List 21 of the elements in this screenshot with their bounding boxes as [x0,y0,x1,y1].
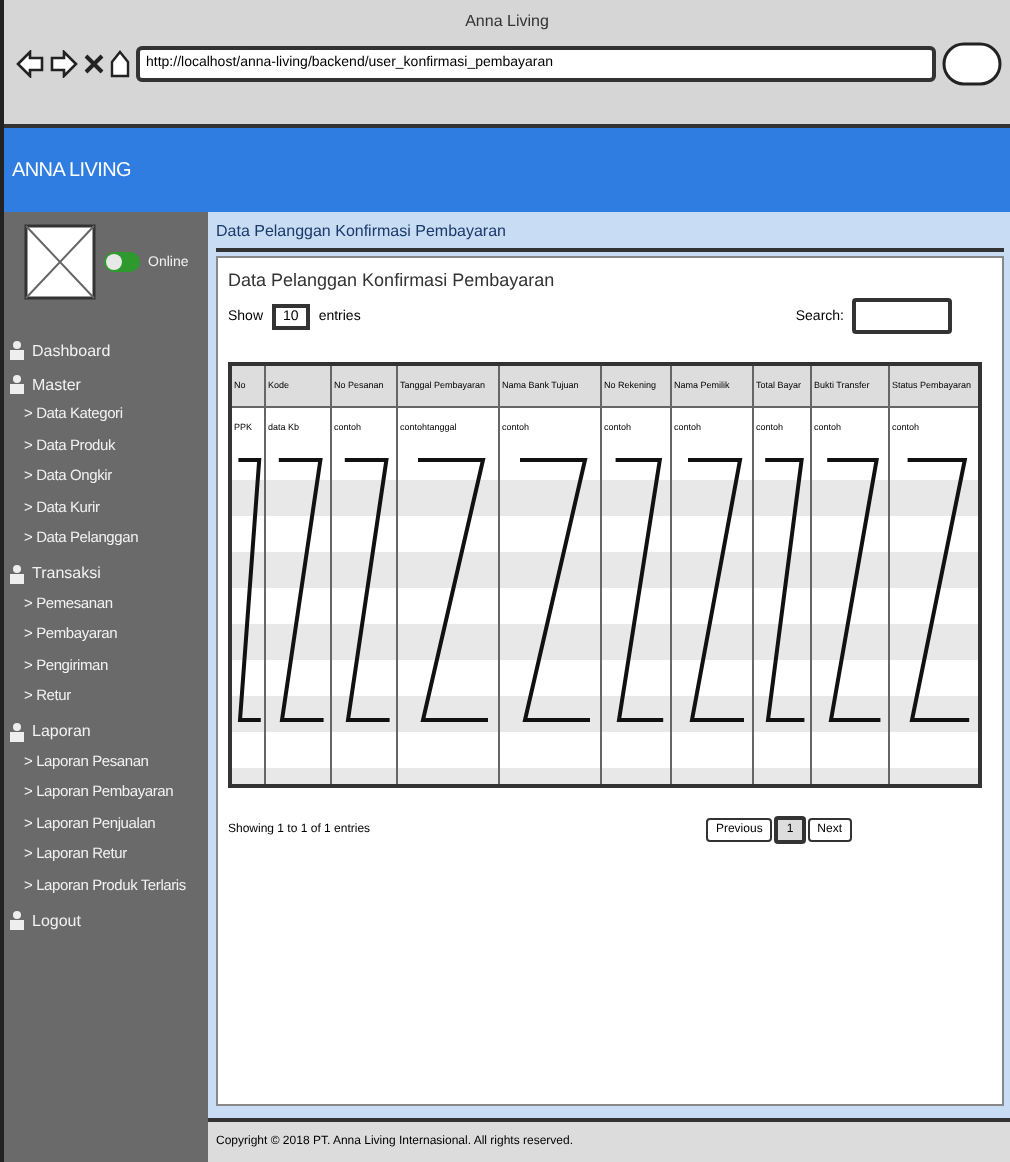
back-icon[interactable] [16,50,44,78]
users-icon [8,910,26,930]
sidebar-item[interactable]: Laporan [32,722,91,740]
search-field[interactable] [852,298,952,334]
sidebar-item[interactable]: Dashboard [32,341,111,359]
image-placeholder-icon [24,224,96,300]
sidebar-item[interactable]: Transaksi [32,564,101,582]
toggle-icon[interactable] [102,250,142,274]
panel-heading: Data Pelanggan Konfirmasi Pembayaran [228,270,557,290]
home-icon[interactable] [110,50,130,78]
users-icon [8,563,26,583]
window-title: Anna Living [463,10,551,30]
users-icon [8,340,26,360]
users-icon [8,374,26,394]
breadcrumb: Data Pelanggan Konfirmasi Pembayaran [216,212,1004,252]
close-icon[interactable] [84,52,104,76]
users-icon [8,721,26,741]
sidebar-item[interactable]: Master [32,375,81,393]
forward-icon[interactable] [50,50,78,78]
brand-logo: ANNA LIVING [12,159,131,181]
sidebar-item[interactable]: Logout [32,911,81,929]
